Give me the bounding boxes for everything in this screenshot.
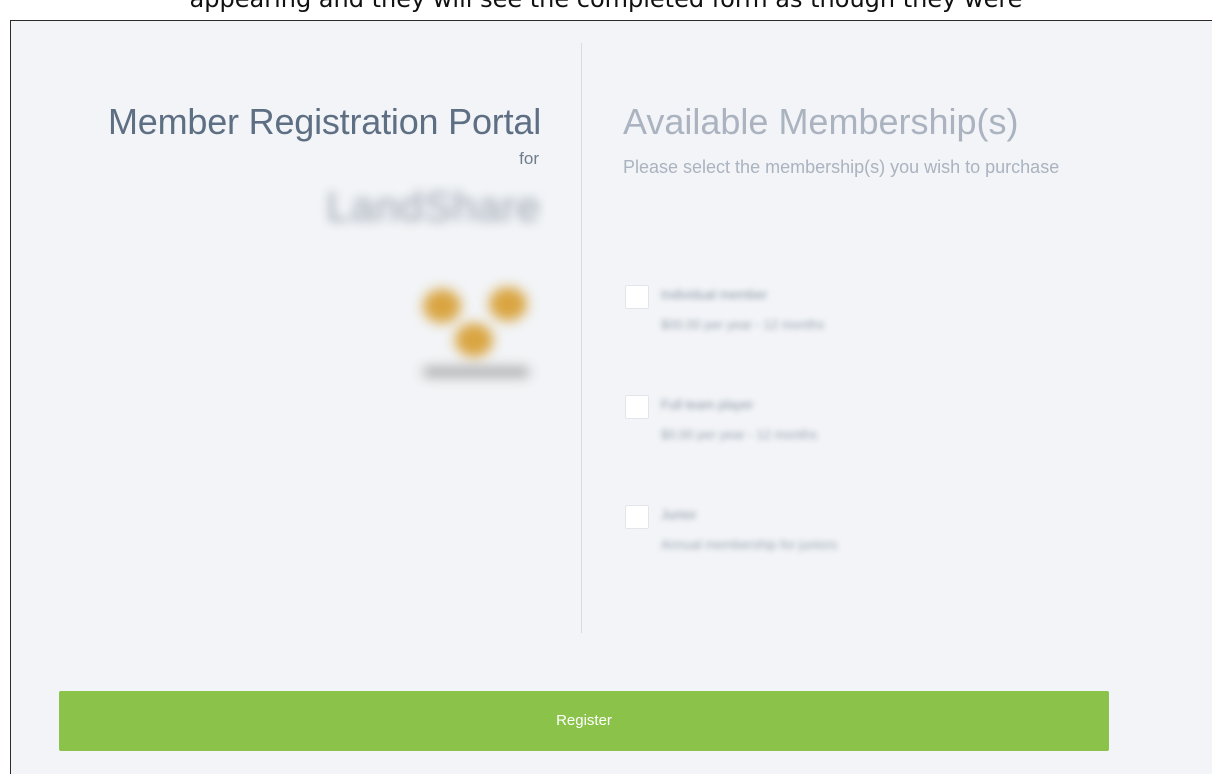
membership-checkbox[interactable] xyxy=(625,505,649,529)
logo-dot-bottom xyxy=(455,323,493,357)
membership-price: $00.00 per year - 12 months xyxy=(661,317,825,332)
membership-name: Junior xyxy=(661,507,697,522)
column-divider xyxy=(581,43,582,633)
memberships-header: Available Membership(s) Please select th… xyxy=(623,101,1212,178)
membership-name: Full team player xyxy=(661,397,754,412)
organization-name: LandShare xyxy=(326,183,541,230)
logo-dot-left xyxy=(423,289,461,323)
membership-checkbox[interactable] xyxy=(625,395,649,419)
membership-checkbox[interactable] xyxy=(625,285,649,309)
logo-caption xyxy=(423,367,529,377)
register-button[interactable]: Register xyxy=(59,691,1109,751)
memberships-subtitle: Please select the membership(s) you wish… xyxy=(623,157,1060,177)
organization-logo xyxy=(409,279,539,391)
memberships-title: Available Membership(s) xyxy=(623,101,1019,142)
page-title: Member Registration Portal xyxy=(108,101,541,142)
portal-header: Member Registration Portal for LandShare xyxy=(51,101,541,231)
logo-dot-right xyxy=(489,287,527,321)
membership-price: $0.00 per year - 12 months xyxy=(661,427,818,442)
membership-price: Annual membership for juniors xyxy=(661,537,838,552)
registration-form: Member Registration Portal for LandShare… xyxy=(10,20,1212,774)
membership-name: Individual member xyxy=(661,287,768,302)
top-caption-text: appearing and they will see the complete… xyxy=(190,0,1023,13)
for-label: for xyxy=(519,149,539,168)
top-caption: appearing and they will see the complete… xyxy=(0,0,1212,20)
